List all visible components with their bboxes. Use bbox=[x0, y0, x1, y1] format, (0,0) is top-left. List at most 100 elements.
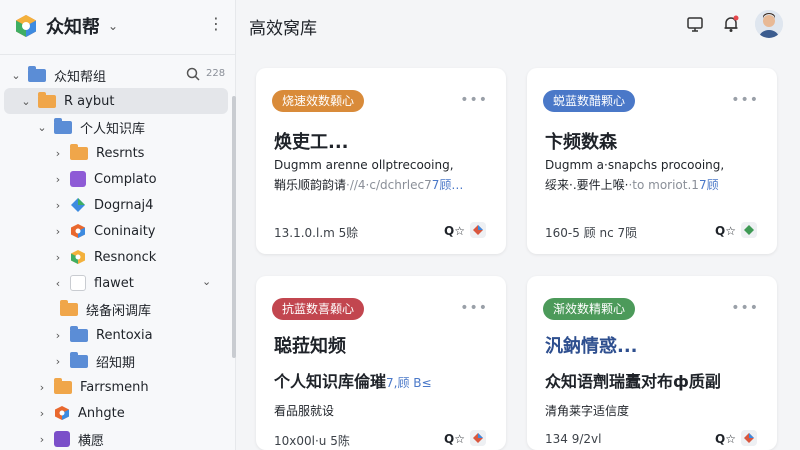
card-meta: 10x00l·u 5陈 bbox=[274, 434, 350, 448]
chevron-down-icon[interactable]: ⌄ bbox=[202, 275, 211, 288]
tree-item-label: Resnonck bbox=[94, 249, 157, 265]
card-owner: Q☆ bbox=[715, 224, 736, 238]
more-horizontal-icon[interactable]: ••• bbox=[460, 300, 488, 316]
card-owner: Q☆ bbox=[444, 432, 465, 446]
folder-icon bbox=[70, 325, 88, 342]
workspace-tree: ⌄ 众知帮组 228 ⌄ R aybut ⌄ 个人知识库 › Resrnts ›… bbox=[0, 62, 232, 450]
more-vertical-icon[interactable]: ⋮ bbox=[208, 16, 224, 32]
tree-item-label: Farrsmenh bbox=[80, 379, 149, 395]
folder-icon bbox=[38, 91, 56, 108]
app-icon bbox=[54, 431, 70, 447]
card-title: 汎鈉情惑... bbox=[545, 336, 638, 357]
tree-item-label: 绕备闲调库 bbox=[86, 303, 152, 319]
chevron-down-icon: ⌄ bbox=[108, 19, 119, 33]
category-badge: 烧速效数颡心 bbox=[272, 90, 365, 112]
card-description: Dugmm arenne ollptrecooing, bbox=[274, 158, 454, 172]
brand-switcher[interactable]: 众知帮 ⌄ bbox=[14, 12, 118, 40]
top-bar: 高效窝库 bbox=[237, 0, 800, 50]
category-badge: 渐效数精颗心 bbox=[543, 298, 636, 320]
card-description: 众知语劑瑞蠹对布ф质副 bbox=[545, 372, 721, 391]
divider bbox=[0, 54, 236, 55]
card-meta: 134 9/2vl bbox=[545, 432, 602, 446]
category-badge: 蜕蓝数醋颗心 bbox=[543, 90, 636, 112]
card-description: Dugmm a·snapchs procooing, bbox=[545, 158, 725, 172]
sidebar-scrollbar[interactable] bbox=[232, 96, 236, 358]
chevron-icon[interactable]: ‹ bbox=[52, 277, 64, 290]
folder-icon bbox=[28, 65, 46, 82]
app-logo-icon bbox=[16, 15, 36, 37]
tree-item[interactable]: › 绍知期 bbox=[0, 348, 232, 374]
tree-item[interactable]: › Anhgte bbox=[0, 400, 232, 426]
brand-name: 众知帮 bbox=[46, 17, 100, 38]
chevron-icon[interactable]: ⌄ bbox=[20, 95, 32, 108]
user-avatar-icon bbox=[755, 10, 783, 38]
tree-item-label: Complato bbox=[94, 171, 157, 187]
gem-icon bbox=[470, 430, 486, 446]
chevron-icon[interactable]: ⌄ bbox=[36, 121, 48, 134]
card-title: 焕吏工... bbox=[274, 132, 349, 153]
chevron-icon[interactable]: › bbox=[36, 407, 48, 420]
tree-item-label: 绍知期 bbox=[96, 355, 136, 371]
chevron-icon[interactable]: › bbox=[52, 355, 64, 368]
tree-item[interactable]: › Complato bbox=[0, 166, 232, 192]
tree-item[interactable]: › Dogrnaj4 bbox=[0, 192, 232, 218]
tree-item[interactable]: ‹ flawet ⌄ bbox=[0, 270, 232, 296]
folder-icon bbox=[54, 377, 72, 394]
tree-item-label: R aybut bbox=[64, 93, 115, 109]
folder-icon bbox=[54, 117, 72, 134]
tree-item[interactable]: › Rentoxia bbox=[0, 322, 232, 348]
more-horizontal-icon[interactable]: ••• bbox=[731, 300, 759, 316]
tree-item-label: Dogrnaj4 bbox=[94, 197, 154, 213]
document-icon bbox=[70, 275, 86, 291]
chevron-icon[interactable]: ⌄ bbox=[10, 69, 22, 82]
tree-item[interactable]: › Resnonck bbox=[0, 244, 232, 270]
category-badge: 抗蓝数喜颡心 bbox=[272, 298, 365, 320]
tree-item[interactable]: › 横愿 bbox=[0, 426, 232, 450]
tree-item[interactable]: 绕备闲调库 bbox=[0, 296, 232, 322]
tree-item-selected[interactable]: ⌄ R aybut bbox=[4, 88, 228, 114]
gem-icon bbox=[741, 430, 757, 446]
tree-item-label: flawet bbox=[94, 275, 134, 291]
card-description-2: 鞘乐顺韵韵请·//4·c/dchrlec77顾… bbox=[274, 178, 464, 192]
page-title: 高效窝库 bbox=[249, 19, 317, 39]
card-description: 个人知识库倫璀7,顾 B≤ bbox=[274, 372, 432, 391]
card-owner: Q☆ bbox=[715, 432, 736, 446]
tree-item[interactable]: › Farrsmenh bbox=[0, 374, 232, 400]
main-area: 高效窝库 烧速效数颡心 ••• 焕吏工... Dugmm arenne ollp… bbox=[237, 0, 800, 450]
knowledge-card[interactable]: 抗蓝数喜颡心 ••• 聪菈知频 个人知识库倫璀7,顾 B≤ 看品服就设 10x0… bbox=[256, 276, 506, 450]
chevron-icon[interactable]: › bbox=[52, 173, 64, 186]
gem-icon bbox=[71, 198, 85, 212]
tree-item[interactable]: › Coninaity bbox=[0, 218, 232, 244]
chevron-icon[interactable]: › bbox=[52, 329, 64, 342]
more-horizontal-icon[interactable]: ••• bbox=[731, 92, 759, 108]
tree-item[interactable]: › Resrnts bbox=[0, 140, 232, 166]
card-meta: 160-5 顾 nc 7陨 bbox=[545, 226, 638, 240]
gem-icon bbox=[470, 222, 486, 238]
chevron-icon[interactable]: › bbox=[52, 147, 64, 160]
chevron-icon[interactable]: › bbox=[36, 381, 48, 394]
knowledge-card[interactable]: 蜕蓝数醋颗心 ••• 卞频数森 Dugmm a·snapchs procooin… bbox=[527, 68, 777, 254]
chevron-icon[interactable]: › bbox=[36, 433, 48, 446]
chevron-icon[interactable]: › bbox=[52, 225, 64, 238]
card-owner: Q☆ bbox=[444, 224, 465, 238]
hexagon-logo-icon bbox=[71, 224, 85, 238]
folder-icon bbox=[70, 351, 88, 368]
card-title: 聪菈知频 bbox=[274, 336, 346, 357]
bell-icon[interactable] bbox=[721, 14, 741, 34]
monitor-icon[interactable] bbox=[685, 14, 705, 34]
tree-item-label: 众知帮组 bbox=[54, 69, 107, 85]
tree-item-label: Coninaity bbox=[94, 223, 156, 239]
tree-item[interactable]: ⌄ 众知帮组 228 bbox=[0, 62, 232, 88]
tree-item[interactable]: ⌄ 个人知识库 bbox=[0, 114, 232, 140]
knowledge-card[interactable]: 烧速效数颡心 ••• 焕吏工... Dugmm arenne ollptreco… bbox=[256, 68, 506, 254]
sidebar: 众知帮 ⌄ ⋮ ⌄ 众知帮组 228 ⌄ R aybut ⌄ 个人知识库 › R… bbox=[0, 0, 236, 450]
search-icon[interactable] bbox=[186, 67, 200, 81]
knowledge-card[interactable]: 渐效数精颗心 ••• 汎鈉情惑... 众知语劑瑞蠹对布ф质副 清角莱字适信度 1… bbox=[527, 276, 777, 450]
more-horizontal-icon[interactable]: ••• bbox=[460, 92, 488, 108]
chevron-icon[interactable]: › bbox=[52, 199, 64, 212]
card-meta: 13.1.0.l.m 5赊 bbox=[274, 226, 359, 240]
avatar[interactable] bbox=[755, 10, 783, 38]
card-description-2: 清角莱字适信度 bbox=[545, 404, 630, 418]
chevron-icon[interactable]: › bbox=[52, 251, 64, 264]
card-description-2: 看品服就设 bbox=[274, 404, 335, 418]
